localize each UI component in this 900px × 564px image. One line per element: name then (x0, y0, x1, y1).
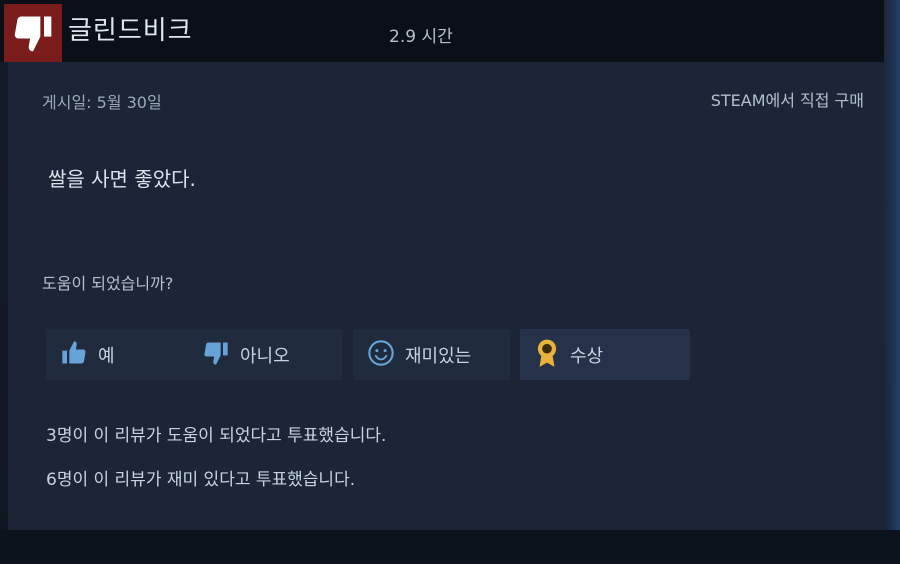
bottom-band (0, 530, 900, 564)
vote-funny-label: 재미있는 (405, 345, 472, 367)
review-header: 글린드비크 2.9 시간 (0, 0, 884, 62)
vote-no-label: 아니오 (240, 345, 290, 367)
award-label: 수상 (570, 345, 604, 367)
thumbs-down-icon (202, 339, 230, 371)
not-recommended-badge (4, 4, 62, 62)
reviewer-name[interactable]: 글린드비크 (68, 10, 193, 47)
purchase-source: STEAM에서 직접 구매 (710, 91, 864, 110)
funny-vote-summary: 6명이 이 리뷰가 재미 있다고 투표했습니다. (46, 470, 356, 490)
playtime: 2.9 시간 (389, 27, 453, 47)
smiley-icon (367, 339, 395, 371)
vote-funny-button[interactable]: 재미있는 (353, 329, 510, 380)
posted-date: 게시일: 5월 30일 (42, 93, 162, 112)
helpful-vote-summary: 3명이 이 리뷰가 도움이 되었다고 투표했습니다. (46, 426, 387, 446)
award-ribbon-icon (534, 338, 560, 372)
review-body: 쌀을 사면 좋았다. (48, 167, 196, 191)
vote-yes-label: 예 (98, 345, 115, 367)
vote-no-button[interactable]: 아니오 (188, 329, 342, 380)
review-card: 게시일: 5월 30일 STEAM에서 직접 구매 쌀을 사면 좋았다. 도움이… (8, 62, 884, 530)
thumbs-up-icon (60, 339, 88, 371)
helpful-prompt: 도움이 되었습니까? (42, 274, 174, 293)
vote-yes-button[interactable]: 예 (46, 329, 196, 380)
thumbs-down-icon (14, 16, 52, 52)
award-button[interactable]: 수상 (520, 329, 690, 380)
